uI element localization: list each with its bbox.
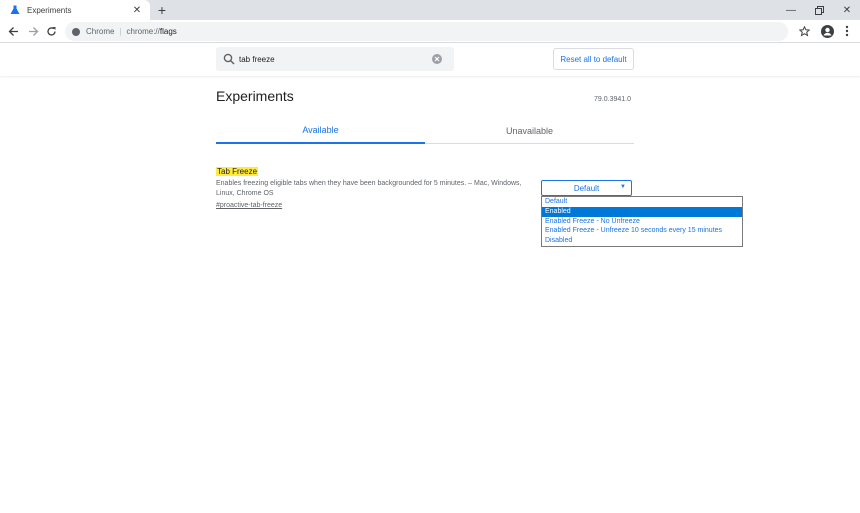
url-scheme: chrome:// bbox=[126, 27, 160, 36]
dropdown-arrow-icon: ▼ bbox=[620, 184, 626, 190]
tab-unavailable[interactable]: Unavailable bbox=[425, 118, 634, 144]
restore-icon[interactable] bbox=[806, 0, 832, 20]
search-icon bbox=[223, 53, 235, 65]
option-default[interactable]: Default bbox=[542, 197, 742, 207]
url-host: flags bbox=[159, 27, 177, 36]
new-tab-icon[interactable]: + bbox=[154, 2, 170, 18]
clear-search-icon[interactable] bbox=[432, 54, 442, 64]
bookmark-star-icon[interactable] bbox=[796, 23, 812, 39]
experiment-description: Enables freezing eligible tabs when they… bbox=[216, 180, 522, 197]
reload-icon[interactable] bbox=[43, 23, 59, 39]
site-info-icon[interactable] bbox=[72, 27, 80, 36]
forward-icon[interactable] bbox=[25, 23, 41, 39]
site-label: Chrome bbox=[86, 27, 115, 36]
tab-title: Experiments bbox=[27, 5, 72, 15]
option-enabled-no-unfreeze[interactable]: Enabled Freeze - No Unfreeze bbox=[542, 217, 742, 227]
menu-kebab-icon[interactable] bbox=[839, 23, 855, 39]
flags-tabs: Available Unavailable bbox=[216, 118, 634, 144]
experiment-permalink[interactable]: #proactive-tab-freeze bbox=[216, 202, 282, 209]
experiment-name: Tab Freeze bbox=[216, 167, 259, 176]
tab-close-icon[interactable]: ✕ bbox=[130, 3, 144, 17]
back-icon[interactable] bbox=[5, 23, 21, 39]
address-bar[interactable]: Chrome | chrome:// flags bbox=[65, 22, 788, 41]
page-title: Experiments bbox=[216, 88, 294, 104]
option-enabled[interactable]: Enabled bbox=[542, 206, 742, 217]
experiment-state-options: Default Enabled Enabled Freeze - No Unfr… bbox=[541, 196, 743, 247]
omnibox-divider: | bbox=[119, 27, 122, 36]
tab-experiments[interactable]: Experiments ✕ bbox=[0, 0, 150, 20]
tab-available[interactable]: Available bbox=[216, 118, 425, 144]
search-input[interactable] bbox=[239, 54, 429, 64]
experiment-state-select[interactable]: Default ▼ bbox=[541, 180, 632, 196]
option-disabled[interactable]: Disabled bbox=[542, 236, 742, 246]
minimize-icon[interactable]: — bbox=[778, 0, 804, 20]
reset-all-button[interactable]: Reset all to default bbox=[553, 48, 634, 70]
flask-icon bbox=[10, 5, 20, 14]
toolbar: Chrome | chrome:// flags bbox=[0, 20, 860, 43]
close-window-icon[interactable]: ✕ bbox=[834, 0, 860, 20]
select-value: Default bbox=[573, 183, 600, 193]
tab-strip: Experiments ✕ + — ✕ bbox=[0, 0, 860, 20]
option-enabled-unfreeze-periodic[interactable]: Enabled Freeze - Unfreeze 10 seconds eve… bbox=[542, 226, 742, 236]
profile-avatar-icon[interactable] bbox=[819, 23, 835, 39]
search-box[interactable] bbox=[216, 47, 454, 71]
version-label: 79.0.3941.0 bbox=[594, 96, 631, 103]
